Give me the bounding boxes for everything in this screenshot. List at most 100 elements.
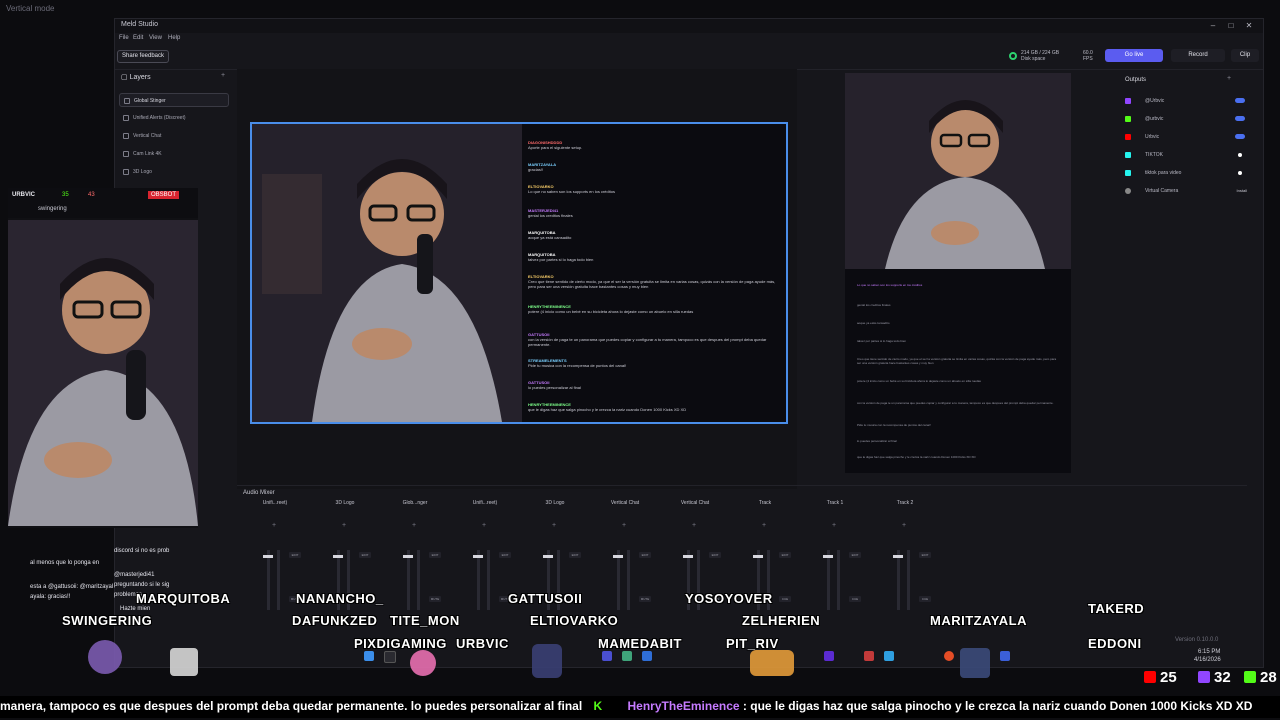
edit-button[interactable]: EDIT: [919, 552, 931, 558]
vertical-preview[interactable]: Lo que no saben son los supports en los …: [845, 73, 1071, 473]
app-icon[interactable]: [622, 651, 632, 661]
viewer-count-1: 35: [62, 192, 69, 198]
app-icon[interactable]: [642, 651, 652, 661]
fader-knob[interactable]: [263, 555, 273, 558]
discord-icon[interactable]: [602, 651, 612, 661]
cue-button[interactable]: CUE: [849, 596, 861, 602]
menu-help[interactable]: Help: [168, 35, 180, 41]
audio-mixer-title: Audio Mixer: [243, 490, 275, 496]
maximize-icon[interactable]: □: [1223, 20, 1239, 32]
chat-line: preguntando si le sig: [114, 582, 170, 588]
youtube-icon: [1144, 671, 1156, 683]
output-youtube[interactable]: Urbvic: [1123, 131, 1249, 143]
cue-button[interactable]: CUE: [779, 596, 791, 602]
volume-fader[interactable]: [897, 550, 900, 610]
volume-fader[interactable]: [617, 550, 620, 610]
fader-knob[interactable]: [683, 555, 693, 558]
edit-button[interactable]: EDIT: [289, 552, 301, 558]
add-filter-icon[interactable]: +: [762, 522, 766, 529]
edit-button[interactable]: EDIT: [569, 552, 581, 558]
app-icon[interactable]: [884, 651, 894, 661]
fader-knob[interactable]: [893, 555, 903, 558]
add-filter-icon[interactable]: +: [832, 522, 836, 529]
add-filter-icon[interactable]: +: [482, 522, 486, 529]
mute-button[interactable]: MUTE: [429, 596, 441, 602]
windows-start-icon[interactable]: [364, 651, 374, 661]
output-twitch[interactable]: @Urbvic: [1123, 95, 1249, 107]
menu-edit[interactable]: Edit: [133, 35, 143, 41]
fader-knob[interactable]: [823, 555, 833, 558]
vertical-chat-line: potere (4 inicio como un bebé en su bici…: [857, 379, 981, 383]
output-toggle[interactable]: [1235, 116, 1245, 121]
output-tiktok[interactable]: TIKTOK: [1123, 149, 1249, 161]
edit-button[interactable]: EDIT: [779, 552, 791, 558]
layer-unified-alerts[interactable]: Unified Alerts (Discreet): [119, 111, 229, 125]
browser-icon[interactable]: [944, 651, 954, 661]
output-virtual-camera[interactable]: Virtual Camera Install: [1123, 185, 1249, 197]
volume-fader[interactable]: [267, 550, 270, 610]
record-button[interactable]: Record: [1171, 49, 1225, 62]
go-live-button[interactable]: Go live: [1105, 49, 1163, 62]
obsbot-badge: OBSBOT: [148, 191, 180, 199]
fader-knob[interactable]: [473, 555, 483, 558]
layer-global-stinger[interactable]: Global Stinger: [119, 93, 229, 107]
channel-label: Vertical Chat: [680, 500, 710, 506]
add-filter-icon[interactable]: +: [692, 522, 696, 529]
output-kick[interactable]: @urbvic: [1123, 113, 1249, 125]
chat-message: GATTUSOII lo puedes personalizar al final: [528, 380, 782, 390]
fader-knob[interactable]: [403, 555, 413, 558]
fader-knob[interactable]: [543, 555, 553, 558]
fader-knob[interactable]: [753, 555, 763, 558]
edit-button[interactable]: EDIT: [849, 552, 861, 558]
layer-cam-link[interactable]: Cam Link 4K: [119, 147, 229, 161]
fader-knob[interactable]: [613, 555, 623, 558]
menu-file[interactable]: File: [119, 35, 129, 41]
chat-line: esta a @gattusoii: @maritzayal: [30, 584, 114, 590]
main-canvas[interactable]: DIAGONISHDDDD Aporte para el siguiente se…: [250, 122, 788, 424]
close-icon[interactable]: ✕: [1241, 20, 1257, 32]
layer-3d-logo[interactable]: 3D Logo: [119, 165, 229, 179]
layer-icon: [123, 115, 129, 121]
app-icon[interactable]: [1000, 651, 1010, 661]
output-toggle[interactable]: [1235, 134, 1245, 139]
add-filter-icon[interactable]: +: [622, 522, 626, 529]
add-filter-icon[interactable]: +: [272, 522, 276, 529]
fader-knob[interactable]: [333, 555, 343, 558]
add-filter-icon[interactable]: +: [342, 522, 346, 529]
edit-button[interactable]: EDIT: [639, 552, 651, 558]
output-tiktok-video[interactable]: tiktok para video: [1123, 167, 1249, 179]
mute-button[interactable]: MUTE: [639, 596, 651, 602]
install-button[interactable]: Install: [1237, 185, 1247, 197]
edit-button[interactable]: EDIT: [709, 552, 721, 558]
chat-text: Creo que tiene sentido de cierto modo, y…: [528, 279, 776, 289]
add-filter-icon[interactable]: +: [902, 522, 906, 529]
layer-vertical-chat[interactable]: Vertical Chat: [119, 129, 229, 143]
volume-fader[interactable]: [827, 550, 830, 610]
add-filter-icon[interactable]: +: [412, 522, 416, 529]
clip-button[interactable]: Clip: [1231, 49, 1259, 62]
vertical-chat-line: que le digas haz que salga pinocho y le …: [857, 455, 976, 459]
edit-button[interactable]: EDIT: [429, 552, 441, 558]
chat-user: MARITZAYALA: [528, 162, 557, 167]
chat-message: MARITZAYALA gracias!!: [528, 162, 782, 172]
volume-fader[interactable]: [407, 550, 410, 610]
add-layer-icon[interactable]: +: [221, 72, 225, 79]
search-icon[interactable]: [384, 651, 396, 663]
edit-button[interactable]: EDIT: [499, 552, 511, 558]
mixer-channel: Vertical Chat + EDIT MUTE: [595, 500, 655, 622]
edit-button[interactable]: EDIT: [359, 552, 371, 558]
cue-button[interactable]: CUE: [919, 596, 931, 602]
share-feedback-button[interactable]: Share feedback: [117, 50, 169, 63]
volume-meter: [907, 550, 910, 610]
twitch-count: 32: [1214, 669, 1231, 686]
volume-fader[interactable]: [477, 550, 480, 610]
desktop-label: Vertical mode: [6, 4, 55, 13]
disk-usage-label: Disk space: [1021, 56, 1046, 62]
output-toggle[interactable]: [1235, 98, 1245, 103]
add-output-icon[interactable]: +: [1227, 75, 1231, 82]
app-icon[interactable]: [824, 651, 834, 661]
menu-view[interactable]: View: [149, 35, 162, 41]
app-icon[interactable]: [864, 651, 874, 661]
add-filter-icon[interactable]: +: [552, 522, 556, 529]
minimize-icon[interactable]: –: [1205, 20, 1221, 32]
